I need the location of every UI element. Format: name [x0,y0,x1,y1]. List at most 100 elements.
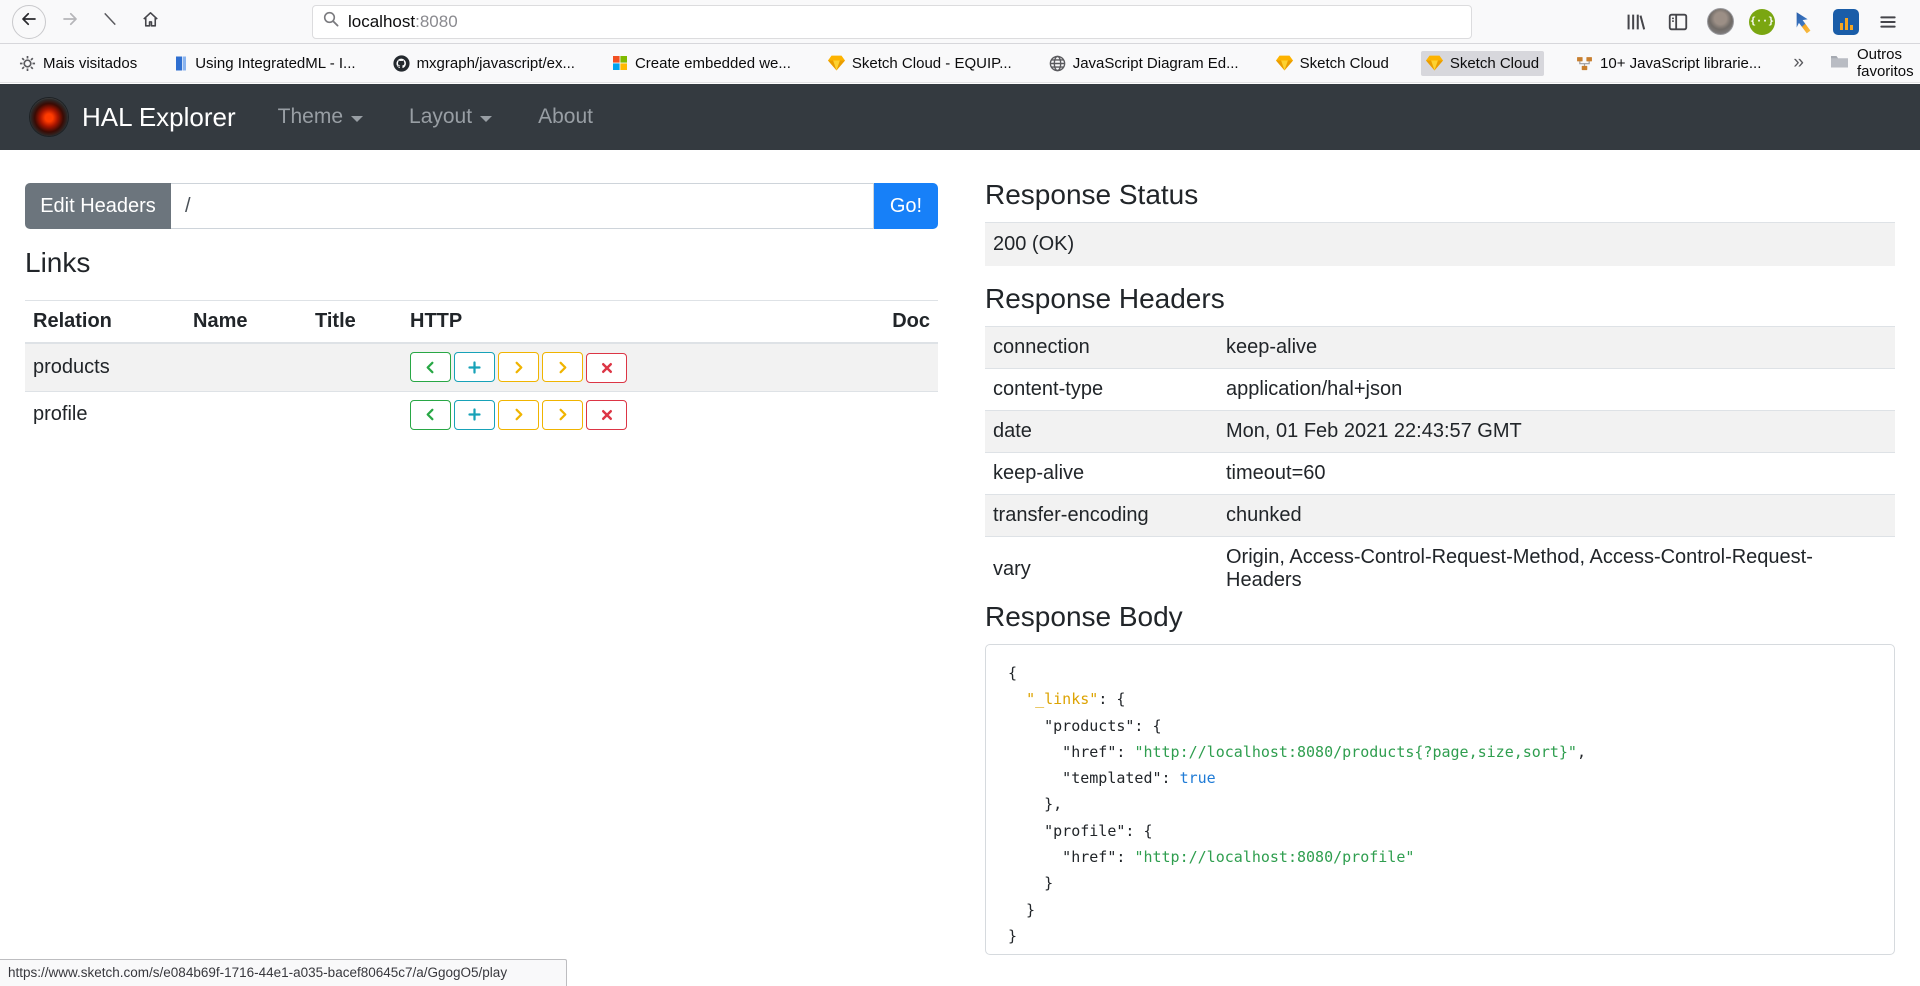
json-segment: "http://localhost:8080/profile" [1134,848,1414,866]
links-column-doc: Doc [848,301,938,344]
json-segment: "products": { [1008,717,1162,735]
http-delete-button[interactable] [586,353,627,383]
nav-menu-about[interactable]: About [538,105,593,129]
nav-menu-label: Theme [278,105,343,129]
chevron-right-icon [511,407,526,422]
bookmark-label: mxgraph/javascript/ex... [417,55,575,72]
http-put-button[interactable] [498,400,539,430]
braces-extension-icon[interactable]: {··} [1749,9,1775,35]
library-icon[interactable] [1621,8,1649,36]
json-segment: true [1180,769,1216,787]
link-http-cell [402,343,848,391]
json-line: } [1008,897,1894,923]
bookmark-item[interactable]: Create embedded we... [607,51,796,76]
json-segment: "templated": [1008,769,1180,787]
json-segment: "href": [1008,743,1134,761]
microsoft-icon [612,55,628,71]
response-header-value: keep-alive [1218,327,1895,369]
app-navbar: HAL Explorer Theme Layout About [0,84,1920,150]
response-header-row: dateMon, 01 Feb 2021 22:43:57 GMT [985,411,1895,453]
json-segment: , [1577,743,1586,761]
link-relation-cell[interactable]: products [25,343,185,391]
bookmark-label: Sketch Cloud [1300,55,1389,72]
json-line: "href": "http://localhost:8080/profile" [1008,844,1894,870]
response-status-table: 200 (OK) [985,222,1895,266]
link-http-cell [402,391,848,438]
gear-icon [19,55,36,72]
chevron-right-icon [555,360,570,375]
bookmark-label: 10+ JavaScript librarie... [1600,55,1761,72]
uri-input[interactable] [171,183,874,229]
forward-button[interactable] [54,6,86,38]
back-button[interactable] [12,5,46,39]
json-segment: } [1008,901,1035,919]
response-header-key: content-type [985,369,1218,411]
chart-extension-icon[interactable] [1833,9,1859,35]
nav-menu-label: Layout [409,105,472,129]
bookmark-label: Using IntegratedML - I... [195,55,355,72]
bookmark-item[interactable]: mxgraph/javascript/ex... [388,51,580,76]
http-patch-button[interactable] [542,352,583,382]
response-body-card: { "_links": { "products": { "href": "htt… [985,644,1895,955]
go-button[interactable]: Go! [874,183,938,229]
slash-icon [101,10,119,33]
home-button[interactable] [134,6,166,38]
response-status-value: 200 (OK) [985,223,1895,267]
globe-icon [1049,55,1066,72]
response-header-row: transfer-encodingchunked [985,495,1895,537]
json-line: } [1008,923,1894,949]
sidebar-icon[interactable] [1664,8,1692,36]
response-body-json: { "_links": { "products": { "href": "htt… [1008,660,1894,949]
other-favorites[interactable]: Outros favoritos [1830,46,1914,80]
bookmark-item[interactable]: 10+ JavaScript librarie... [1571,51,1766,76]
nav-menu-layout[interactable]: Layout [409,105,492,129]
link-row: profile [25,391,938,438]
url-input[interactable]: localhost:8080 [348,12,458,32]
toolbar-right-icons: {··} [1621,8,1902,36]
link-title-cell [307,391,402,438]
back-icon [20,10,38,33]
nav-menu-label: About [538,105,593,129]
response-header-value: application/hal+json [1218,369,1895,411]
request-bar: Edit Headers Go! [25,183,938,229]
json-line: }, [1008,791,1894,817]
bookmark-item[interactable]: JavaScript Diagram Ed... [1044,51,1244,76]
url-bar[interactable]: localhost:8080 [312,5,1472,39]
bookmark-item[interactable]: Sketch Cloud [1271,51,1394,76]
bookmark-label: Sketch Cloud [1450,55,1539,72]
sitemap-icon [1576,55,1593,72]
http-get-button[interactable] [410,400,451,430]
bookmark-item[interactable]: Mais visitados [14,51,142,76]
account-avatar[interactable] [1707,8,1734,35]
response-header-row: varyOrigin, Access-Control-Request-Metho… [985,537,1895,602]
json-line: "profile": { [1008,818,1894,844]
link-doc-cell [848,391,938,438]
sketch-icon [828,55,845,71]
json-segment: "href": [1008,848,1134,866]
http-get-button[interactable] [410,352,451,382]
app-brand[interactable]: HAL Explorer [82,102,236,133]
response-header-row: keep-alivetimeout=60 [985,453,1895,495]
http-post-button[interactable] [454,400,495,430]
link-name-cell [185,343,307,391]
http-post-button[interactable] [454,352,495,382]
http-patch-button[interactable] [542,400,583,430]
nav-menu-theme[interactable]: Theme [278,105,363,129]
links-column-http: HTTP [402,301,848,344]
http-put-button[interactable] [498,352,539,382]
bookmark-item[interactable]: Using IntegratedML - I... [169,51,360,76]
http-delete-button[interactable] [586,400,627,430]
reload-button[interactable] [94,6,126,38]
link-name-cell [185,391,307,438]
caret-down-icon [351,116,363,122]
bookmark-item[interactable]: Sketch Cloud [1421,51,1544,76]
arrow-extension-icon[interactable] [1790,8,1818,36]
edit-headers-button[interactable]: Edit Headers [25,183,171,229]
hamburger-menu-icon[interactable] [1874,8,1902,36]
response-header-key: date [985,411,1218,453]
link-relation-cell[interactable]: profile [25,391,185,438]
github-icon [393,55,410,72]
bookmark-item[interactable]: Sketch Cloud - EQUIP... [823,51,1017,76]
hal-eye-logo-icon[interactable] [30,98,68,136]
bookmarks-overflow-chevron[interactable]: » [1793,52,1804,74]
